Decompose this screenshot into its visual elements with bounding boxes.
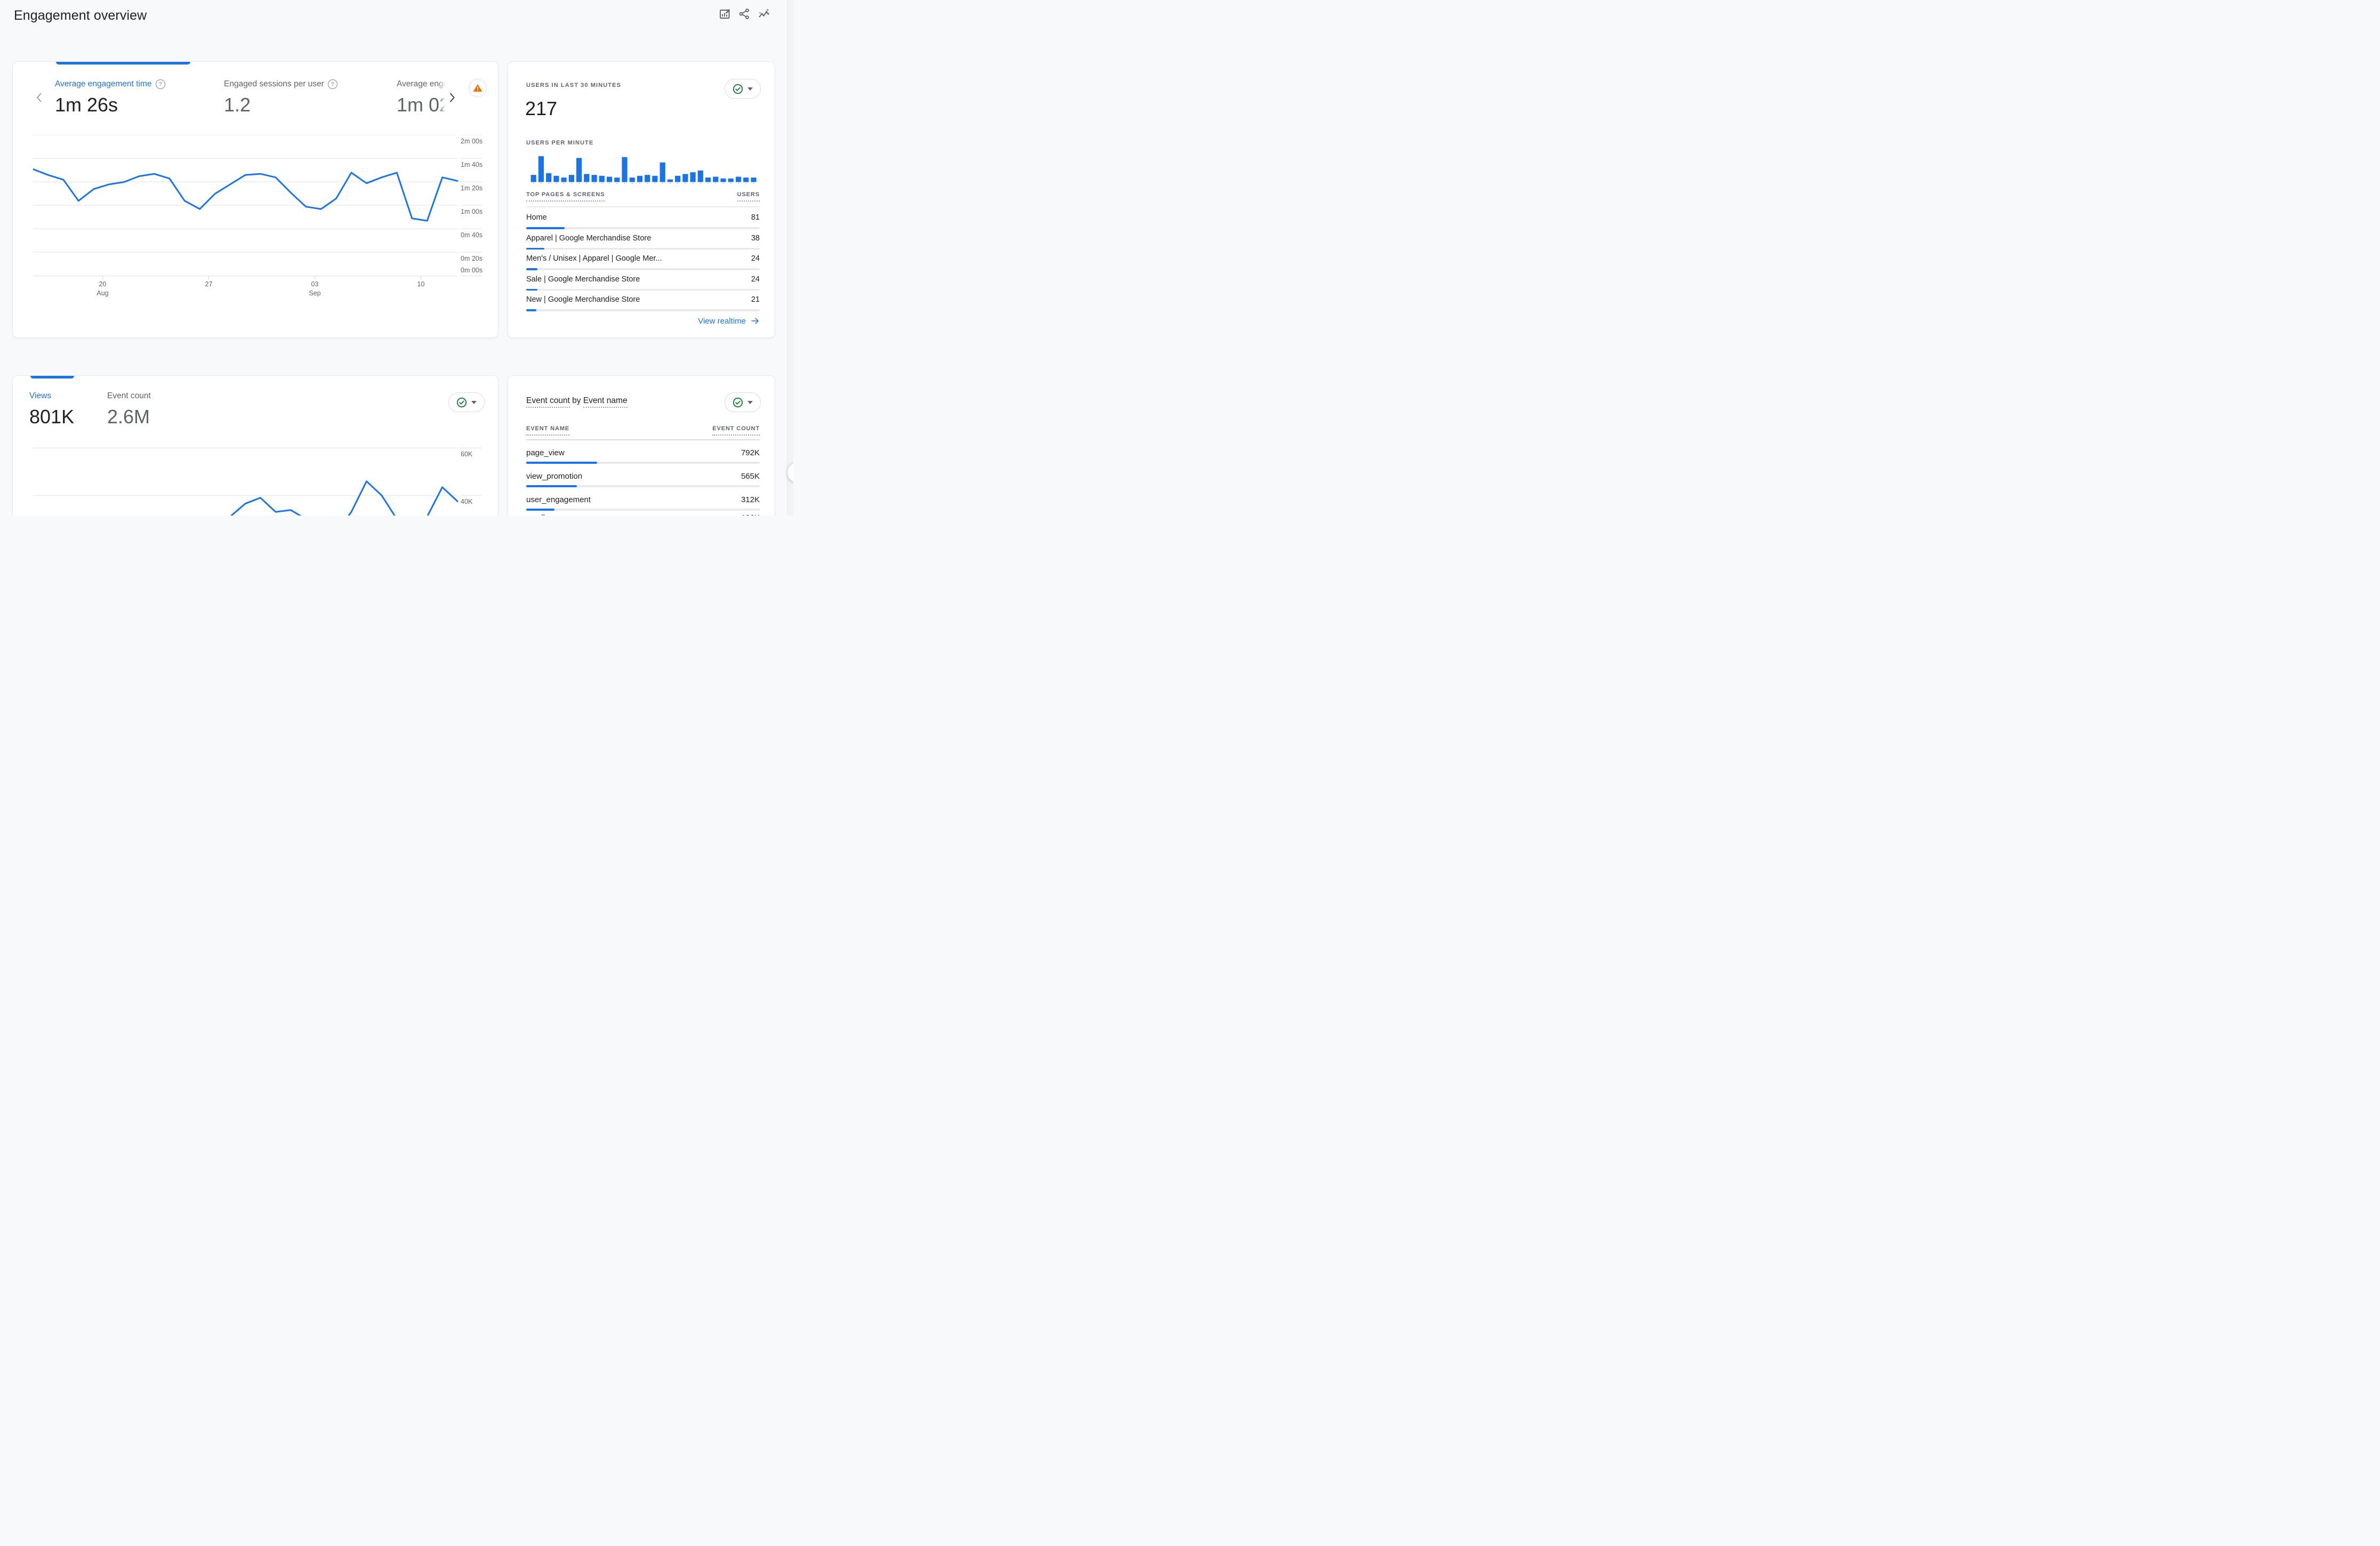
metric-label: Engaged sessions per user [224, 79, 324, 89]
metric-label: Average engagement time per session [397, 79, 446, 89]
row-bar [526, 289, 760, 291]
views-line-chart [33, 445, 482, 516]
views-card: Views 801K Event count 2.6M 60K 40K [12, 375, 498, 516]
row-bar [526, 462, 760, 464]
y-tick-label: 0m 20s [461, 255, 483, 262]
carousel-right-chevron-icon[interactable] [447, 92, 457, 103]
y-tick-label: 0m 40s [461, 231, 483, 239]
data-quality-dropdown[interactable] [725, 79, 761, 99]
table-row: Home81 [526, 213, 760, 222]
realtime-card: USERS IN LAST 30 MINUTES 217 USERS PER M… [508, 61, 775, 338]
tab-views[interactable]: Views 801K [29, 391, 74, 428]
metric-value: 2.6M [107, 406, 151, 428]
page-title: Engagement overview [14, 8, 147, 23]
column-header-users[interactable]: USERS [737, 191, 760, 202]
row-bar [526, 248, 760, 250]
users-per-minute-label: USERS PER MINUTE [526, 140, 593, 146]
row-bar [526, 309, 760, 311]
table-row: Men's / Unisex | Apparel | Google Mer...… [526, 254, 760, 263]
events-card: Event count by Event name EVENT NAME EVE… [508, 375, 775, 516]
y-tick-label: 1m 00s [461, 208, 483, 215]
table-row: view_promotion565K [526, 472, 760, 481]
table-row: Apparel | Google Merchandise Store38 [526, 234, 760, 243]
events-table: EVENT NAME EVENT COUNT [526, 425, 760, 440]
data-quality-dropdown[interactable] [725, 392, 761, 412]
tab-average-engagement-time-per-session[interactable]: Average engagement time per session 1m 0… [397, 79, 446, 122]
help-icon[interactable]: ? [156, 79, 165, 89]
table-divider [526, 439, 760, 440]
green-check-icon [733, 84, 743, 94]
x-tick-label: 27 [205, 280, 213, 289]
dimension-selector[interactable]: Event name [583, 396, 628, 408]
y-tick-label: 0m 00s [461, 267, 483, 274]
row-bar [526, 268, 760, 270]
chevron-down-icon [471, 401, 477, 404]
y-tick-label: 40K [461, 498, 472, 505]
table-row: page_view792K [526, 448, 760, 457]
table-divider [526, 206, 760, 207]
y-tick-label: 60K [461, 450, 472, 458]
row-bar [526, 485, 760, 487]
y-axis-labels: 2m 00s 1m 40s 1m 20s 1m 00s 0m 40s 0m 20s 0m 0… [460, 135, 497, 279]
engagement-overview-page: Engagement overview Ave [0, 0, 793, 516]
row-bar [526, 227, 760, 229]
anomaly-warning-icon[interactable] [469, 79, 487, 97]
realtime-title: USERS IN LAST 30 MINUTES [526, 82, 621, 88]
column-header-event-name[interactable]: EVENT NAME [526, 425, 569, 436]
engagement-time-line-chart [33, 135, 482, 282]
active-tab-indicator [56, 62, 190, 65]
metric-label: Average engagement time [55, 79, 152, 89]
chevron-down-icon [747, 401, 753, 404]
y-tick-label: 2m 00s [461, 138, 483, 145]
metric-value: 1m 26s [55, 94, 165, 116]
edit-report-icon[interactable] [719, 7, 733, 21]
metric-selector[interactable]: Event count [526, 396, 570, 408]
insights-icon[interactable] [758, 7, 771, 21]
arrow-right-icon [750, 316, 760, 326]
y-tick-label: 1m 40s [461, 161, 483, 168]
x-tick-label: 10 [417, 280, 425, 289]
y-axis-labels: 60K 40K [460, 445, 497, 516]
green-check-icon [456, 397, 467, 408]
metric-value: 801K [29, 406, 74, 428]
column-header-pages[interactable]: TOP PAGES & SCREENS [526, 191, 605, 202]
table-row: New | Google Merchandise Store21 [526, 295, 760, 304]
table-row: Sale | Google Merchandise Store24 [526, 275, 760, 284]
data-quality-dropdown[interactable] [448, 392, 485, 412]
carousel-left-chevron-icon[interactable] [34, 92, 45, 103]
tab-average-engagement-time[interactable]: Average engagement time ? 1m 26s [55, 79, 165, 116]
view-realtime-link[interactable]: View realtime [698, 316, 760, 326]
table-row: scroll126K [526, 513, 760, 516]
column-header-event-count[interactable]: EVENT COUNT [712, 425, 760, 436]
metric-value: 1.2 [224, 94, 337, 116]
metric-label: Views [29, 391, 51, 401]
table-row: user_engagement312K [526, 495, 760, 504]
card-title: Event count by Event name [526, 396, 628, 406]
row-bar [526, 509, 760, 511]
tab-engaged-sessions-per-user[interactable]: Engaged sessions per user ? 1.2 [224, 79, 337, 116]
tab-event-count[interactable]: Event count 2.6M [107, 391, 151, 428]
engagement-metrics-card: Average engagement time ? 1m 26s Engaged… [12, 61, 498, 338]
chevron-down-icon [747, 87, 753, 91]
x-axis-labels: 20Aug 27 03Sep 10 [33, 280, 457, 301]
x-tick-label: 03Sep [309, 280, 320, 298]
x-tick-label: 20Aug [97, 280, 108, 298]
y-tick-label: 1m 20s [461, 184, 483, 192]
share-icon[interactable] [738, 7, 752, 21]
green-check-icon [733, 397, 743, 408]
users-last-30min-value: 217 [525, 98, 557, 120]
scrollbar-track[interactable] [787, 0, 793, 516]
active-tab-indicator [30, 376, 74, 379]
metric-label: Event count [107, 391, 151, 401]
metric-value: 1m 02s [397, 94, 446, 116]
top-pages-table: TOP PAGES & SCREENS USERS [526, 191, 760, 207]
help-icon[interactable]: ? [328, 79, 337, 89]
users-per-minute-bar-chart [530, 156, 758, 184]
